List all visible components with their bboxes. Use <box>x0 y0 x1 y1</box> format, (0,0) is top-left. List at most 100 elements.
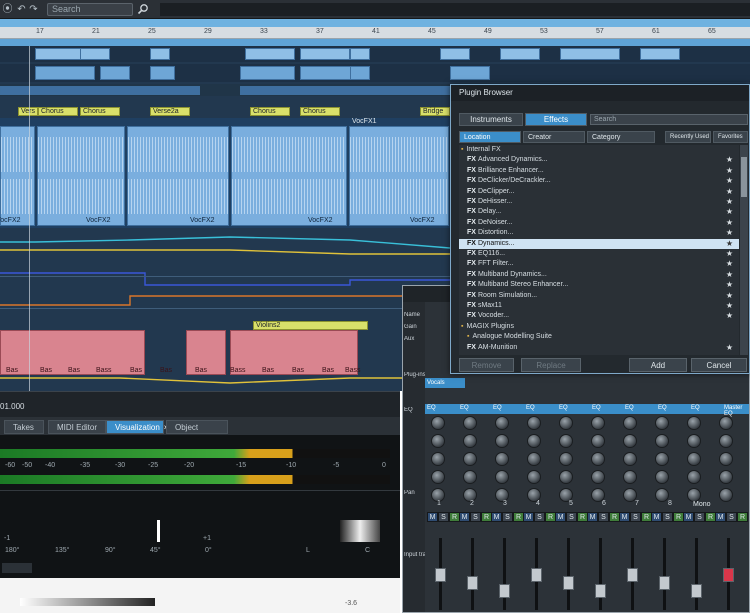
knob-control[interactable] <box>559 416 573 430</box>
marker-label[interactable]: Chorus <box>250 107 290 116</box>
plugin-list-item[interactable]: FX Brilliance Enhancer... ★ <box>459 166 739 176</box>
plugin-list-item[interactable]: FX Delay... ★ <box>459 207 739 217</box>
knob-control[interactable] <box>655 470 669 484</box>
eq-label[interactable]: EQ <box>559 405 568 411</box>
tab-midi-editor[interactable]: MIDI Editor <box>48 420 106 434</box>
undo-icon[interactable]: ↶ <box>16 4 27 15</box>
replace-button[interactable]: Replace <box>521 358 581 372</box>
favorite-star-icon[interactable]: ★ <box>726 207 733 217</box>
favorite-star-icon[interactable]: ★ <box>726 187 733 197</box>
remove-button[interactable]: Remove <box>459 358 514 372</box>
knob-control[interactable] <box>431 452 445 466</box>
channel-s-button[interactable]: S <box>598 512 609 522</box>
knob-control[interactable] <box>687 416 701 430</box>
favorite-star-icon[interactable]: ★ <box>726 218 733 228</box>
plugin-list-item[interactable]: FX DeHisser... ★ <box>459 197 739 207</box>
favorite-star-icon[interactable]: ★ <box>726 270 733 280</box>
knob-control[interactable] <box>431 434 445 448</box>
marker-label[interactable]: Chorus <box>38 107 78 116</box>
knob-control[interactable] <box>719 470 733 484</box>
marker-label[interactable]: Bridge <box>420 107 450 116</box>
channel-s-button[interactable]: S <box>726 512 737 522</box>
favorite-star-icon[interactable]: ★ <box>726 280 733 290</box>
knob-control[interactable] <box>719 416 733 430</box>
knob-control[interactable] <box>527 470 541 484</box>
favorite-star-icon[interactable]: ★ <box>726 176 733 186</box>
eq-label[interactable]: EQ <box>493 405 502 411</box>
channel-m-button[interactable]: M <box>651 512 662 522</box>
record-icon[interactable]: ⦿ <box>2 4 13 15</box>
midi-object[interactable] <box>240 86 450 95</box>
add-button[interactable]: Add <box>629 358 687 372</box>
channel-s-button[interactable]: S <box>438 512 449 522</box>
knob-control[interactable] <box>527 434 541 448</box>
tab-object-editor[interactable]: Object Editor <box>166 420 228 446</box>
vocal-audio-object[interactable]: VocFX2 <box>127 126 229 226</box>
knob-control[interactable] <box>463 416 477 430</box>
knob-control[interactable] <box>655 452 669 466</box>
midi-object[interactable] <box>300 66 355 80</box>
plugin-list-item[interactable]: FX Advanced Dynamics... ★ <box>459 155 739 165</box>
eq-label[interactable]: EQ <box>427 405 436 411</box>
knob-control[interactable] <box>463 470 477 484</box>
plugin-list-scrollbar[interactable] <box>740 145 748 355</box>
knob-control[interactable] <box>495 416 509 430</box>
vocal-audio-object[interactable]: VocFX2 <box>37 126 125 226</box>
midi-object[interactable] <box>240 66 295 80</box>
channel-s-button[interactable]: S <box>630 512 641 522</box>
eq-label[interactable]: EQ <box>526 405 535 411</box>
knob-control[interactable] <box>591 416 605 430</box>
fader-cap[interactable] <box>659 576 670 590</box>
knob-control[interactable] <box>463 434 477 448</box>
knob-control[interactable] <box>623 452 637 466</box>
vocal-audio-object[interactable]: VocFX2 <box>231 126 347 226</box>
midi-object[interactable] <box>150 66 175 80</box>
midi-object[interactable] <box>100 66 130 80</box>
spectrum-icons[interactable] <box>2 563 32 573</box>
midi-object[interactable] <box>150 48 170 60</box>
knob-control[interactable] <box>431 470 445 484</box>
favorite-star-icon[interactable]: ★ <box>726 311 733 321</box>
channel-s-button[interactable]: S <box>502 512 513 522</box>
channel-r-button[interactable]: R <box>737 512 748 522</box>
tab-effects[interactable]: Effects <box>525 113 587 126</box>
channel-s-button[interactable]: S <box>534 512 545 522</box>
marker-label[interactable]: Chorus <box>300 107 340 116</box>
favorite-star-icon[interactable]: ★ <box>726 343 733 353</box>
tab-visualization[interactable]: Visualization× <box>106 420 168 434</box>
plugin-list-item[interactable]: FX DeClipper... ★ <box>459 187 739 197</box>
knob-control[interactable] <box>687 452 701 466</box>
knob-control[interactable] <box>463 452 477 466</box>
midi-object[interactable] <box>500 48 540 60</box>
redo-icon[interactable]: ↷ <box>28 4 39 15</box>
column-recently-used[interactable]: Recently Used <box>665 131 711 143</box>
knob-control[interactable] <box>591 470 605 484</box>
plugin-list-item[interactable]: FX DeClicker/DeCrackler... ★ <box>459 176 739 186</box>
favorite-star-icon[interactable]: ★ <box>726 155 733 165</box>
channel-m-button[interactable]: M <box>715 512 726 522</box>
plugin-list-item[interactable]: FX sMax11 ★ <box>459 301 739 311</box>
marker-label[interactable]: Vers <box>18 107 38 116</box>
plugin-list-item[interactable]: FX EQ116... ★ <box>459 249 739 259</box>
fader-cap[interactable] <box>435 568 446 582</box>
knob-control[interactable] <box>655 416 669 430</box>
midi-object[interactable] <box>640 48 680 60</box>
knob-control[interactable] <box>527 416 541 430</box>
fader-cap[interactable] <box>691 584 702 598</box>
favorite-star-icon[interactable]: ★ <box>726 301 733 311</box>
violins-object[interactable]: Violins2 <box>253 321 368 330</box>
channel-m-button[interactable]: M <box>491 512 502 522</box>
midi-object[interactable] <box>0 86 200 95</box>
channel-m-button[interactable]: M <box>427 512 438 522</box>
channel-s-button[interactable]: S <box>694 512 705 522</box>
favorite-star-icon[interactable]: ★ <box>726 166 733 176</box>
channel-m-button[interactable]: M <box>555 512 566 522</box>
midi-object[interactable] <box>245 48 295 60</box>
midi-object[interactable] <box>80 48 110 60</box>
midi-object[interactable] <box>300 48 350 60</box>
midi-object[interactable] <box>440 48 470 60</box>
knob-control[interactable] <box>687 434 701 448</box>
fader-cap[interactable] <box>723 568 734 582</box>
knob-control[interactable] <box>623 470 637 484</box>
channel-m-button[interactable]: M <box>587 512 598 522</box>
